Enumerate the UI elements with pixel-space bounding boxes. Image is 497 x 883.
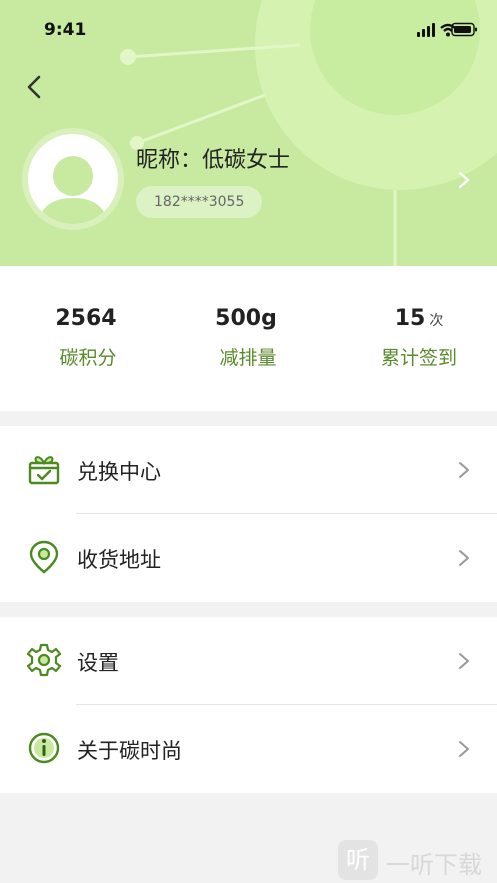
menu-item-exchange-center[interactable]: 兑换中心: [0, 426, 497, 514]
menu-label: 设置: [77, 651, 119, 675]
stats-panel: 2564 碳积分 500g 减排量 15 次 累计签到: [0, 266, 497, 411]
info-icon: [28, 732, 60, 764]
gear-icon: [27, 643, 61, 677]
stat-value: 500g: [215, 306, 277, 331]
stat-label: 碳积分: [59, 347, 117, 369]
avatar[interactable]: [28, 134, 118, 224]
menu-label: 兑换中心: [77, 460, 161, 484]
stat-value: 15 次: [394, 306, 444, 331]
chevron-right-icon: [459, 653, 469, 669]
chevron-right-icon[interactable]: [454, 168, 474, 192]
menu-group-shop: 兑换中心 收货地址: [0, 426, 497, 602]
menu-item-about[interactable]: 关于碳时尚: [0, 705, 497, 793]
battery-icon: [451, 22, 477, 37]
location-pin-icon: [29, 540, 59, 574]
menu-label: 收货地址: [77, 548, 161, 572]
profile-header: 9:41 昵称：低碳女士 182****3055: [0, 0, 497, 266]
stat-carbon-points[interactable]: 2564 碳积分: [38, 306, 138, 370]
back-arrow-icon[interactable]: [22, 74, 48, 100]
gift-box-icon: [28, 456, 60, 485]
status-time: 9:41: [44, 20, 87, 40]
stat-label: 累计签到: [380, 347, 457, 369]
menu-item-settings[interactable]: 设置: [0, 617, 497, 705]
watermark-text: 一听下载: [386, 851, 482, 879]
watermark-logo-icon: 听: [338, 840, 378, 880]
chevron-right-icon: [459, 550, 469, 566]
stat-value: 2564: [55, 306, 117, 331]
menu-item-shipping-address[interactable]: 收货地址: [0, 514, 497, 602]
stat-emission-reduction[interactable]: 500g 减排量: [198, 306, 298, 370]
stat-label: 减排量: [219, 347, 277, 369]
user-avatar-icon: [38, 156, 108, 224]
menu-label: 关于碳时尚: [77, 739, 182, 763]
nickname: 昵称：低碳女士: [136, 148, 291, 173]
menu-group-settings: 设置 关于碳时尚: [0, 617, 497, 793]
stat-checkin-count[interactable]: 15 次 累计签到: [369, 306, 469, 370]
phone-number: 182****3055: [136, 186, 263, 218]
chevron-right-icon: [459, 462, 469, 478]
status-icons: [417, 22, 477, 37]
chevron-right-icon: [459, 741, 469, 757]
signal-icon: [417, 23, 435, 37]
